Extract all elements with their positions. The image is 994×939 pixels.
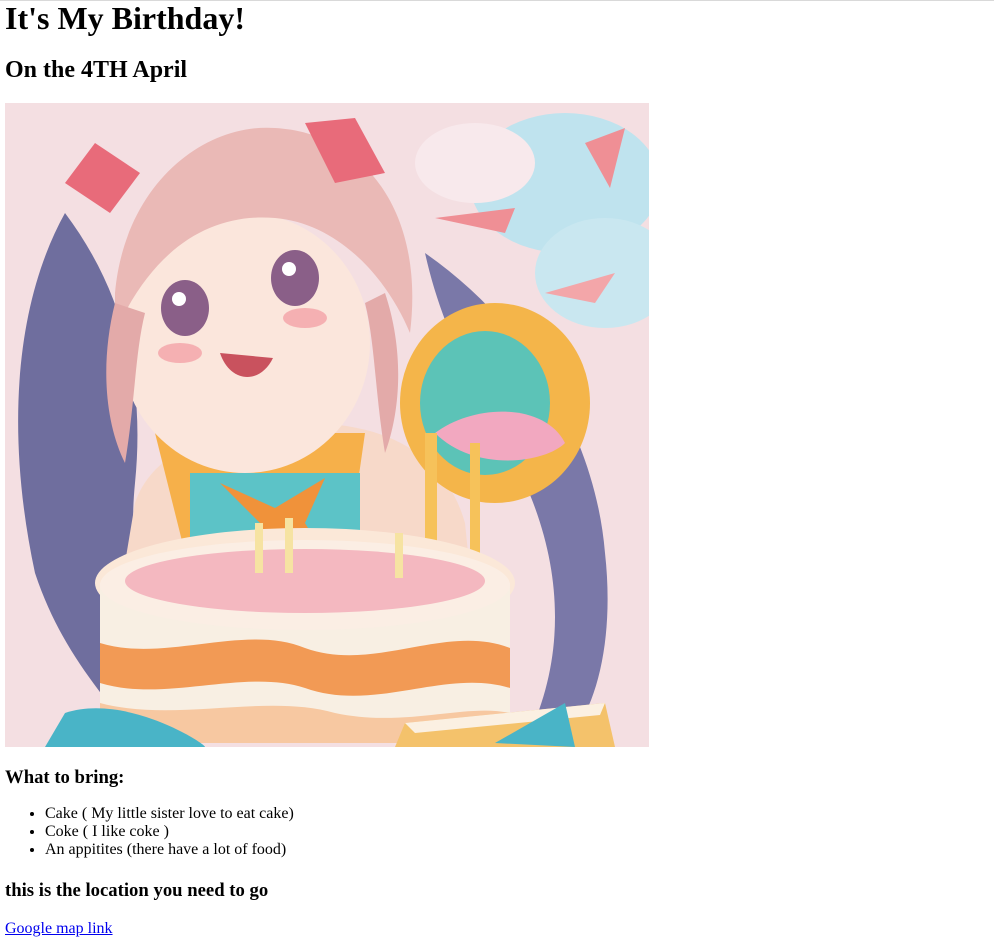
bring-list: Cake ( My little sister love to eat cake… xyxy=(5,805,989,859)
page-subtitle: On the 4TH April xyxy=(5,57,188,83)
google-map-link[interactable]: Google map link xyxy=(5,920,113,937)
birthday-illustration xyxy=(5,103,649,747)
bring-item-cake: Cake ( My little sister love to eat cake… xyxy=(45,805,989,823)
location-heading: this is the location you need to go xyxy=(5,880,269,901)
page-title: It's My Birthday! xyxy=(5,0,245,36)
bring-item-coke: Coke ( I like coke ) xyxy=(45,823,989,841)
top-border xyxy=(0,0,994,1)
bring-item-appetite: An appitites (there have a lot of food) xyxy=(45,841,989,859)
page-content: It's My Birthday! On the 4TH April What … xyxy=(0,0,994,938)
birthday-girl-with-cake-illustration xyxy=(5,103,649,747)
map-link-row: Google map link xyxy=(5,920,989,938)
what-to-bring-heading: What to bring: xyxy=(5,767,125,788)
